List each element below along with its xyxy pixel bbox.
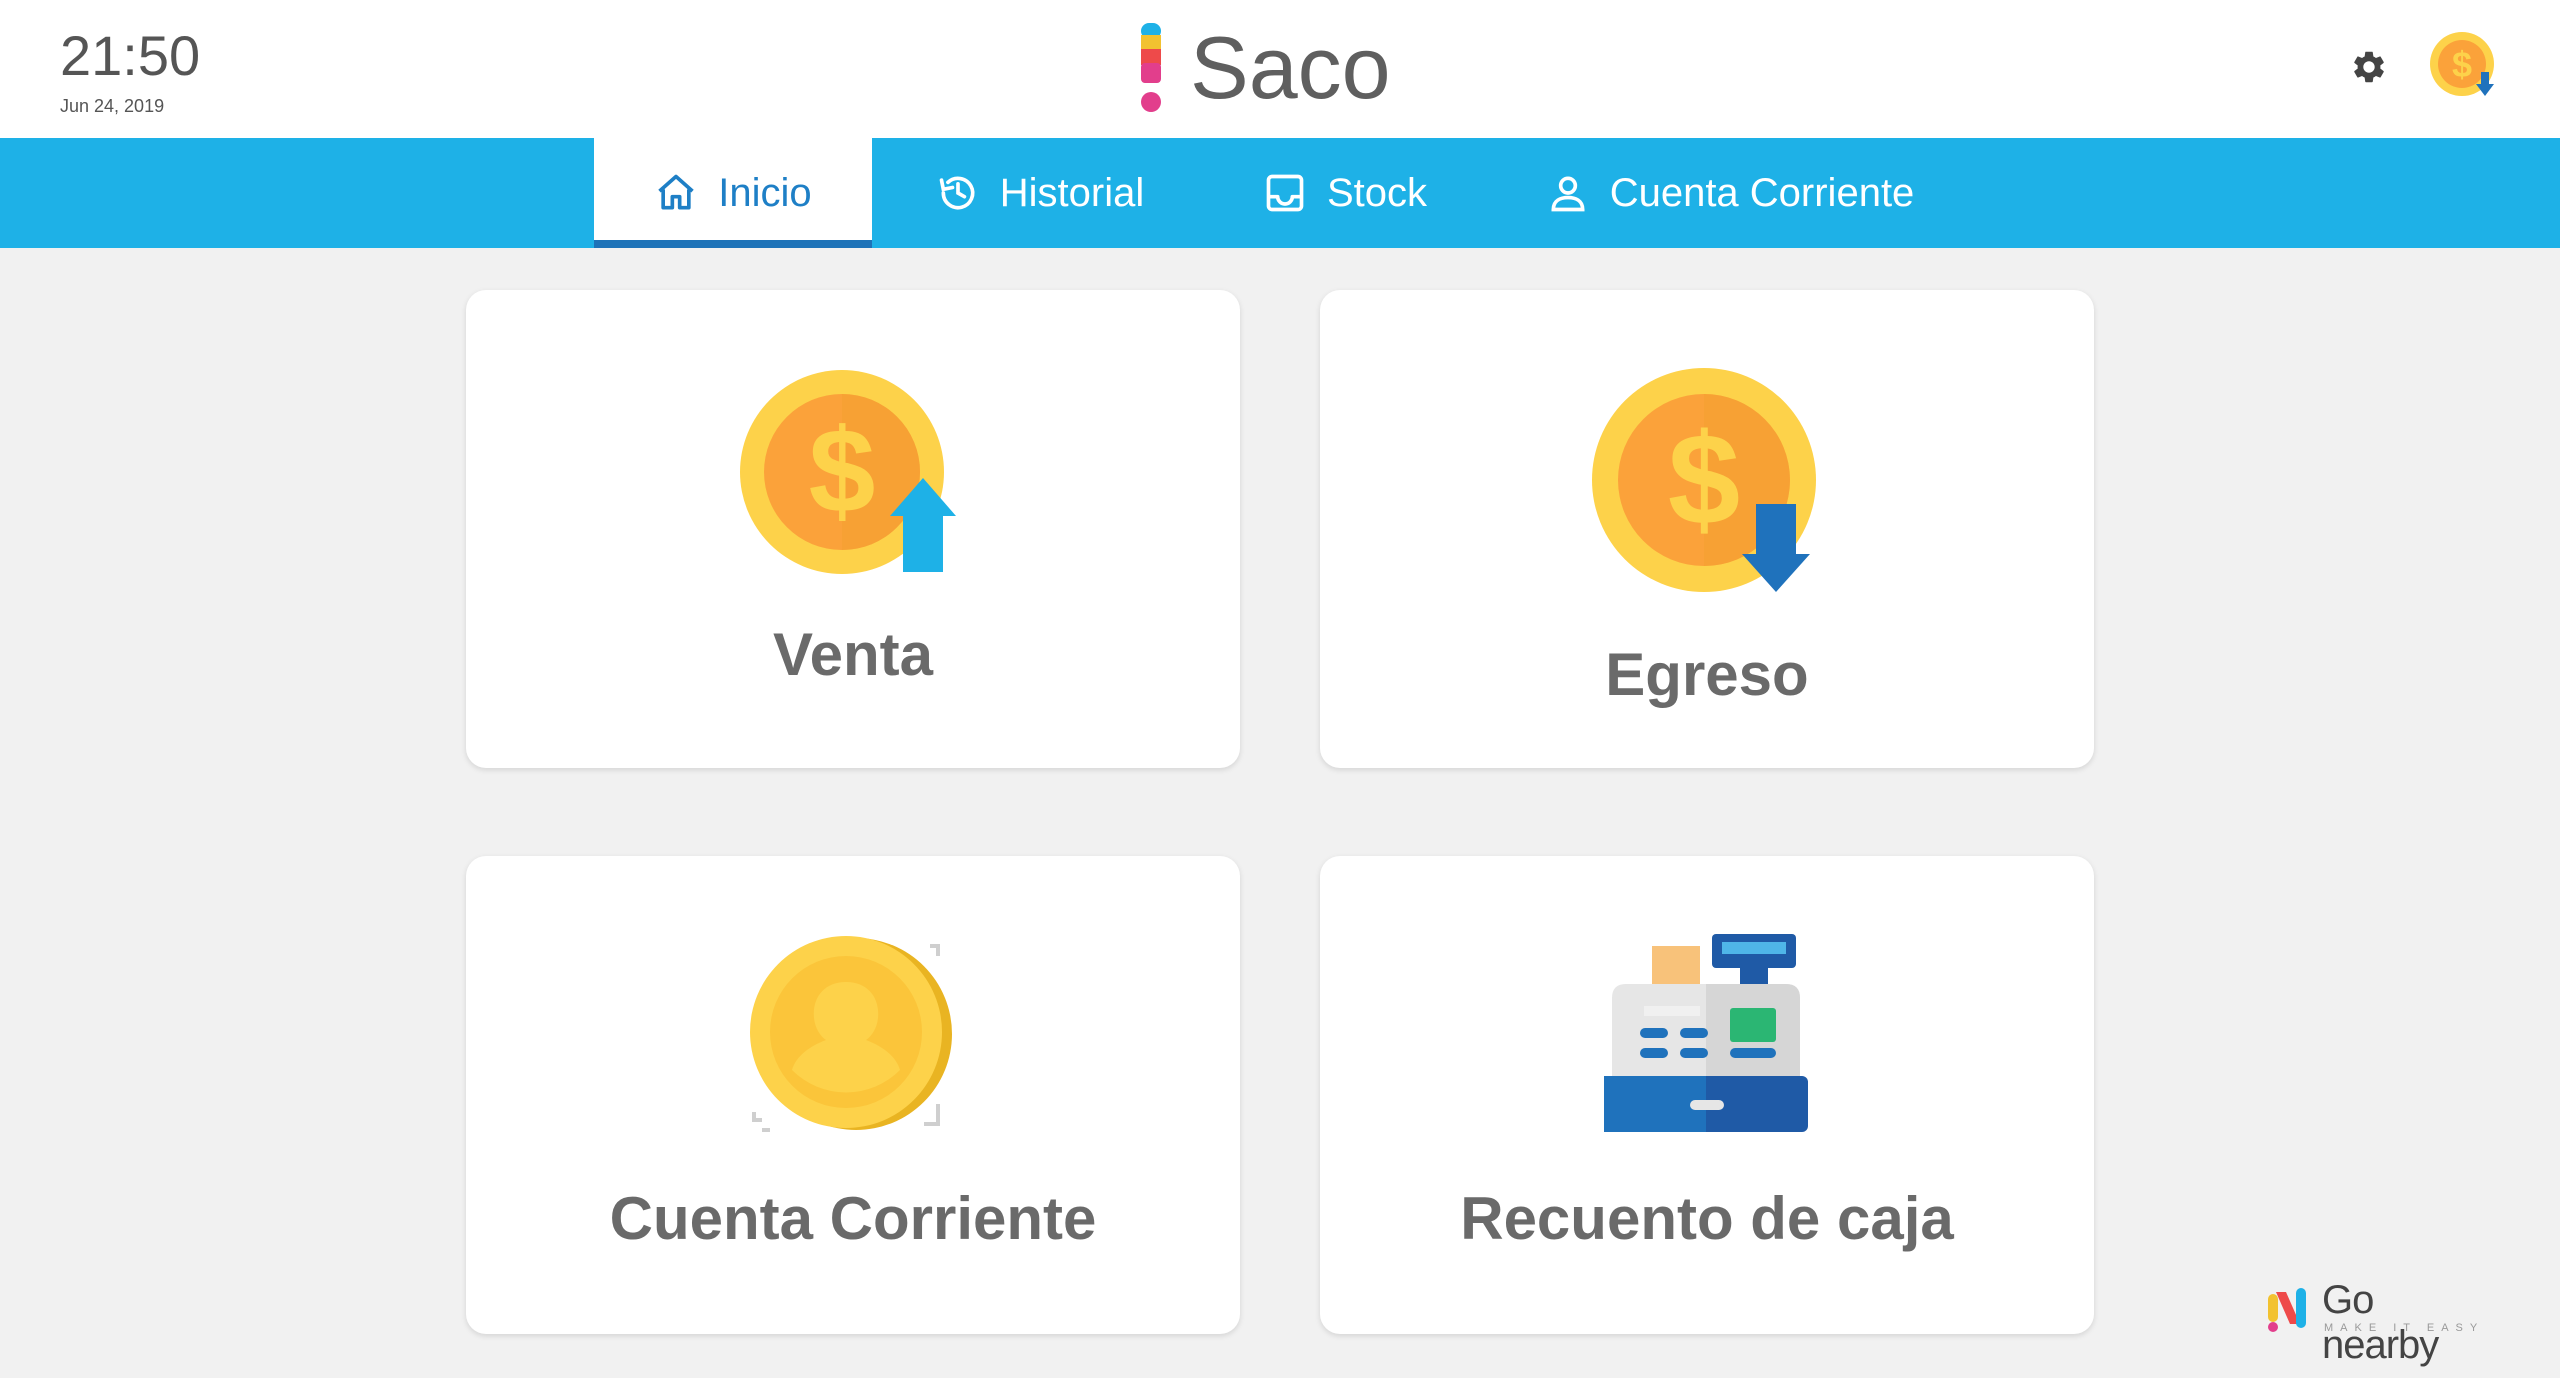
tab-stock[interactable]: Stock	[1250, 138, 1440, 248]
gold-coin-icon	[750, 936, 952, 1132]
tab-cuenta-corriente[interactable]: Cuenta Corriente	[1530, 138, 1930, 248]
tab-label: Inicio	[718, 170, 812, 215]
coin-arrow-down-icon: $	[1592, 368, 1816, 592]
tab-label: Historial	[999, 170, 1145, 215]
tab-inicio[interactable]: Inicio	[594, 138, 872, 248]
cash-register-icon	[1604, 934, 1808, 1132]
coin-download-icon[interactable]: $	[2428, 30, 2500, 102]
history-icon	[939, 176, 975, 210]
clock-date: Jun 24, 2019	[60, 96, 165, 116]
inbox-icon	[1266, 174, 1304, 212]
svg-text:$: $	[809, 404, 876, 538]
clock-time: 21:50	[60, 24, 201, 87]
recuento-de-caja-card[interactable]: Recuento de caja	[1320, 856, 2094, 1334]
home-icon	[658, 174, 695, 210]
tab-label: Cuenta Corriente	[1609, 170, 1915, 215]
app-name: Saco	[1190, 18, 1391, 117]
clock: 21:50 Jun 24, 2019	[60, 26, 200, 117]
top-bar: 21:50 Jun 24, 2019 Saco $	[0, 0, 2560, 138]
card-label: Egreso	[1605, 641, 1809, 708]
card-label: Cuenta Corriente	[609, 1185, 1097, 1252]
card-label: Recuento de caja	[1460, 1185, 1954, 1252]
gonearby-tagline: MAKE IT EASY	[2324, 1322, 2485, 1334]
coin-arrow-up-icon: $	[740, 370, 956, 574]
svg-text:$: $	[1668, 406, 1740, 552]
egreso-card[interactable]: $ Egreso	[1320, 290, 2094, 768]
tab-label: Stock	[1326, 170, 1428, 215]
tab-historial[interactable]: Historial	[920, 138, 1160, 248]
gear-icon[interactable]	[2350, 48, 2388, 86]
nav-bar: Inicio Historial Stock Cuenta Corriente	[0, 138, 2560, 248]
saco-logo-icon	[1141, 23, 1161, 112]
cuenta-corriente-card[interactable]: Cuenta Corriente	[466, 856, 1240, 1334]
venta-card[interactable]: $ Venta	[466, 290, 1240, 768]
person-icon	[1551, 176, 1585, 212]
card-label: Venta	[772, 621, 934, 688]
gonearby-logo: Go nearby MAKE IT EASY	[2266, 1278, 2496, 1367]
gonearby-mark-icon	[2268, 1288, 2306, 1332]
app-brand: Saco	[1140, 18, 1391, 118]
svg-text:$: $	[2452, 44, 2472, 85]
